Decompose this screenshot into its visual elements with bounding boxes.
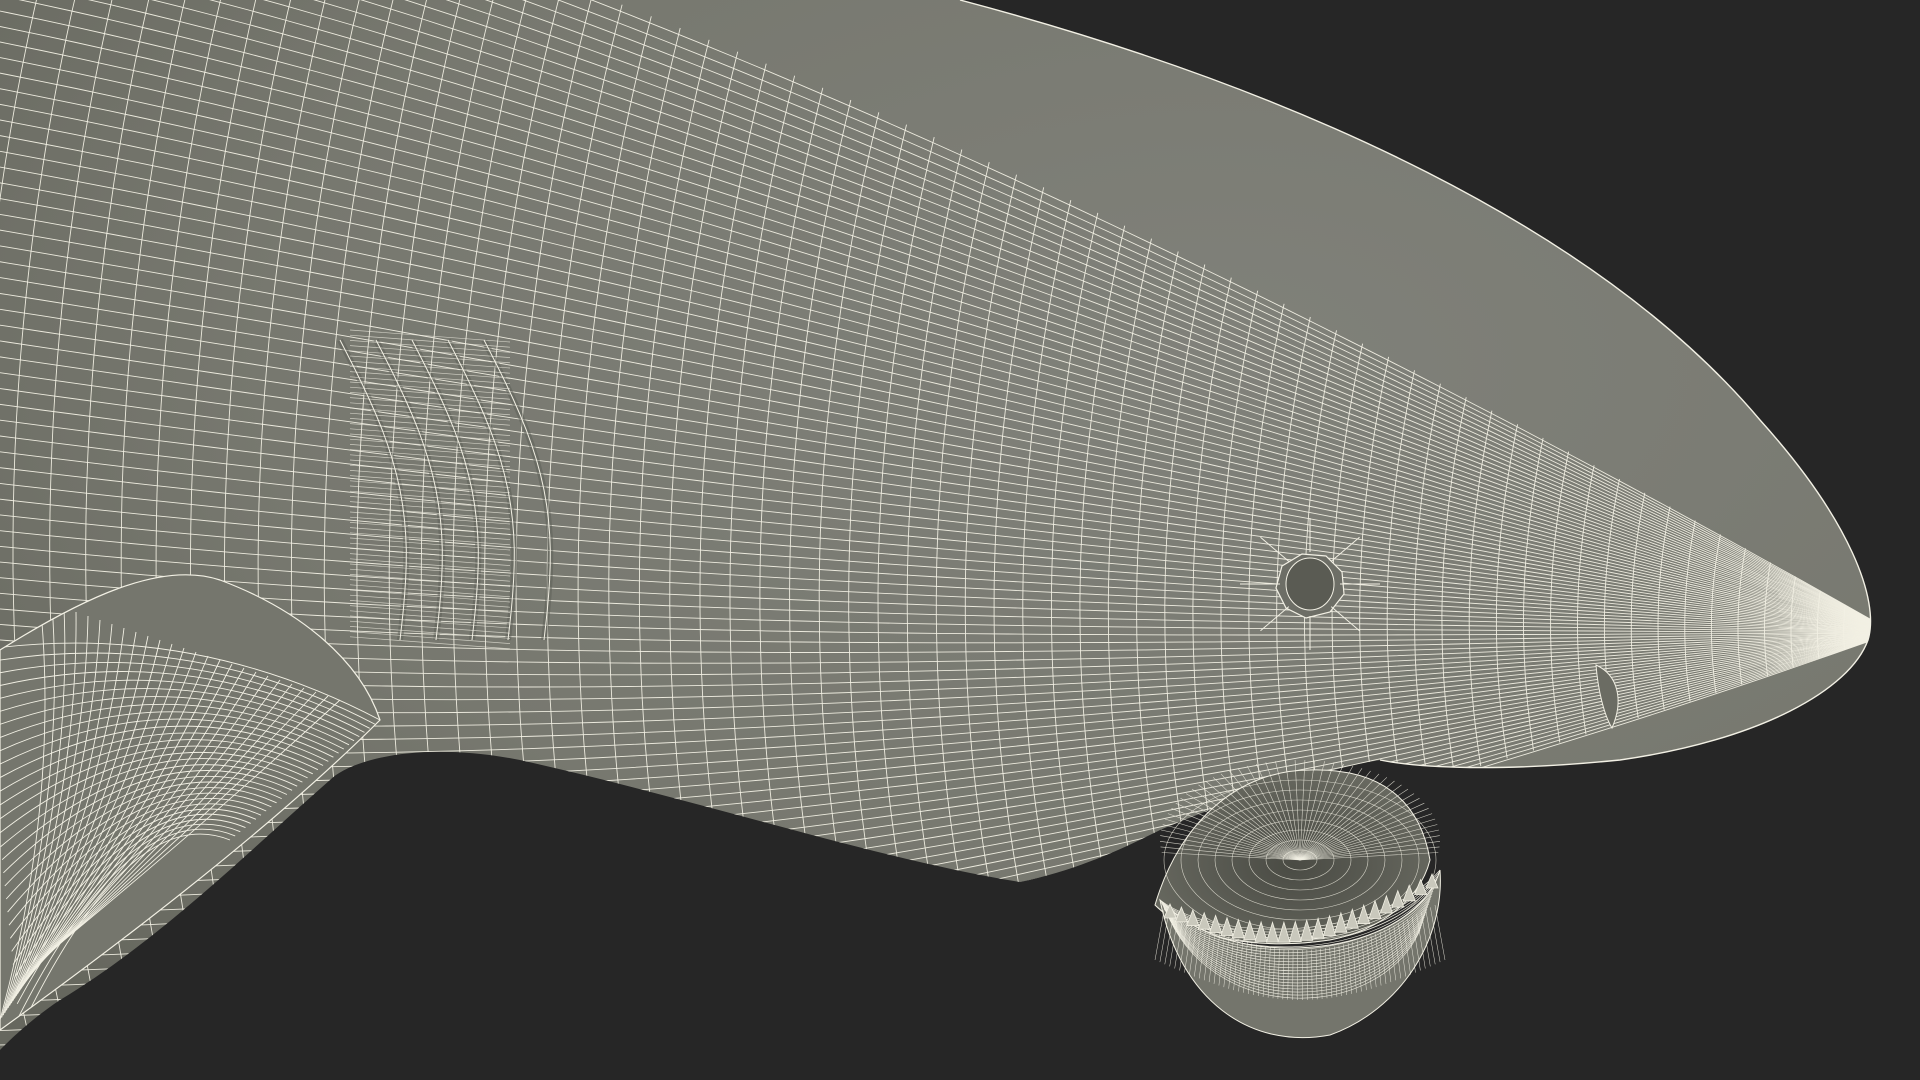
- shark-eye: [1240, 518, 1380, 650]
- shark-body: [0, 0, 1871, 1050]
- shark-wireframe-render: [0, 0, 1872, 1050]
- viewport: [0, 0, 1920, 1080]
- pectoral-fin: [0, 574, 381, 1031]
